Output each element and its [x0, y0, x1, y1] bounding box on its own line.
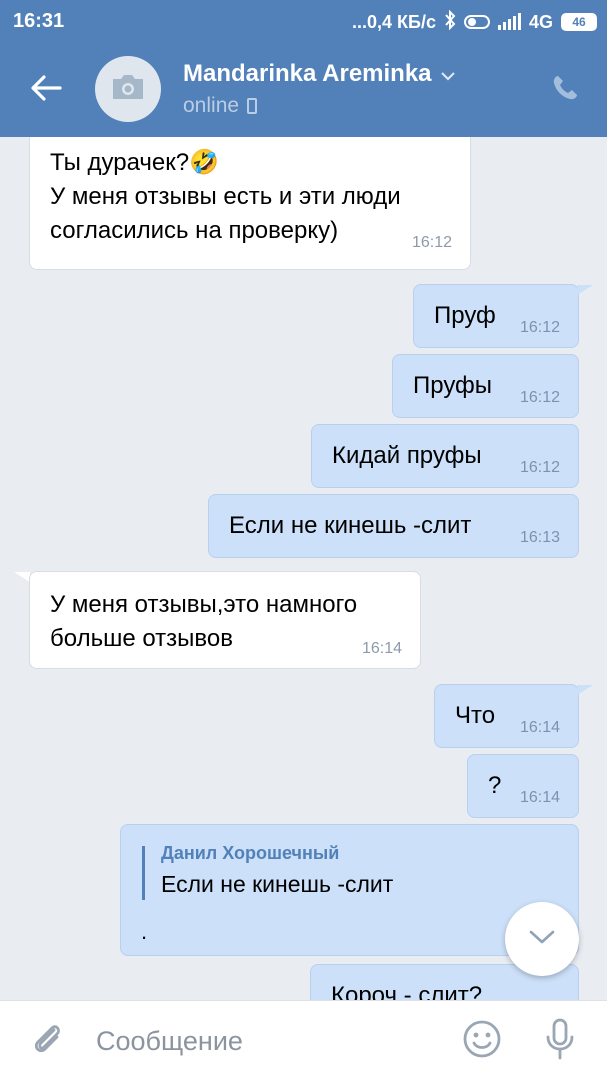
- message-time: 16:12: [519, 459, 560, 476]
- online-status: online: [183, 94, 240, 117]
- battery-icon: 46: [561, 13, 597, 31]
- message-outgoing[interactable]: Если не кинешь -слит 16:13: [208, 494, 579, 558]
- message-incoming[interactable]: Ты дурачек?🤣 У меня отзывы есть и эти лю…: [29, 137, 471, 270]
- mobile-device-icon: [247, 98, 258, 114]
- message-incoming[interactable]: У меня отзывы,это намного больше отзывов…: [29, 571, 421, 669]
- message-time: 16:12: [519, 319, 560, 336]
- bubble-tail: [577, 285, 593, 295]
- signal-icon: [497, 13, 521, 30]
- message-input[interactable]: [96, 1019, 436, 1063]
- network-speed: ...0,4 КБ/с: [352, 11, 436, 32]
- status-bar: 16:31 ...0,4 КБ/с 4G 46: [0, 0, 607, 44]
- composer-bar: [0, 1000, 607, 1080]
- message-text: Пруф: [434, 302, 496, 329]
- reply-quote-bar: [142, 846, 145, 900]
- chat-header: Mandarinka Areminka online: [0, 44, 607, 137]
- message-time: 16:14: [361, 640, 402, 657]
- message-outgoing[interactable]: Пруфы 16:12: [392, 354, 579, 418]
- contact-name[interactable]: Mandarinka Areminka: [183, 60, 456, 88]
- reply-author[interactable]: Данил Хорошечный: [161, 843, 339, 864]
- avatar[interactable]: [95, 56, 161, 122]
- message-time: 16:12: [519, 389, 560, 406]
- bluetooth-icon: [444, 9, 456, 35]
- message-outgoing[interactable]: ? 16:14: [467, 754, 579, 818]
- message-outgoing[interactable]: Кидай пруфы 16:12: [311, 424, 579, 488]
- paperclip-icon: [30, 1021, 66, 1062]
- status-indicators: ...0,4 КБ/с 4G 46: [352, 9, 597, 35]
- message-text-line: Ты дурачек?🤣: [50, 149, 220, 176]
- emoji-button[interactable]: [460, 1019, 504, 1063]
- message-text-line: согласились на проверку): [50, 217, 339, 244]
- message-text: Что: [455, 702, 496, 729]
- chevron-down-icon: [440, 60, 456, 88]
- emoji-icon: [462, 1019, 502, 1064]
- message-text: Если не кинешь -слит: [229, 512, 472, 539]
- message-outgoing[interactable]: Что 16:14: [434, 684, 579, 748]
- message-time: 16:14: [519, 789, 560, 806]
- camera-icon: [110, 73, 146, 106]
- message-time: 16:14: [519, 719, 560, 736]
- network-type: 4G: [528, 11, 553, 32]
- message-text-line: У меня отзывы есть и эти люди: [50, 183, 401, 210]
- call-button[interactable]: [545, 70, 585, 110]
- phone-icon: [550, 73, 580, 108]
- bubble-tail: [14, 572, 30, 582]
- message-text-line: У меня отзывы,это намного: [50, 591, 358, 618]
- message-text: Пруфы: [413, 372, 493, 399]
- status-time: 16:31: [13, 10, 65, 32]
- message-text-line: больше отзывов: [50, 625, 233, 652]
- bubble-tail: [577, 685, 593, 695]
- microphone-icon: [544, 1017, 576, 1066]
- toggle-icon: [463, 15, 490, 29]
- contact-status: online: [183, 94, 258, 118]
- message-time: 16:13: [519, 529, 560, 546]
- chevron-down-icon: [528, 929, 556, 950]
- attach-button[interactable]: [26, 1019, 70, 1063]
- message-text: Кидай пруфы: [332, 442, 482, 469]
- message-outgoing[interactable]: Пруф 16:12: [413, 284, 579, 348]
- scroll-down-button[interactable]: [505, 902, 579, 976]
- message-text: .: [141, 919, 148, 944]
- reply-text: Если не кинешь -слит: [161, 871, 394, 897]
- back-button[interactable]: [22, 66, 70, 114]
- message-text: ?: [488, 772, 502, 799]
- top-bar: 16:31 ...0,4 КБ/с 4G 46 Mandarinka Aremi…: [0, 0, 607, 137]
- message-text: Короч - слит?: [331, 982, 483, 1000]
- contact-name-label: Mandarinka Areminka: [183, 60, 432, 87]
- microphone-button[interactable]: [540, 1017, 580, 1065]
- message-time: 16:12: [411, 234, 452, 251]
- message-list[interactable]: Ты дурачек?🤣 У меня отзывы есть и эти лю…: [0, 137, 607, 1000]
- back-arrow-icon: [29, 73, 63, 108]
